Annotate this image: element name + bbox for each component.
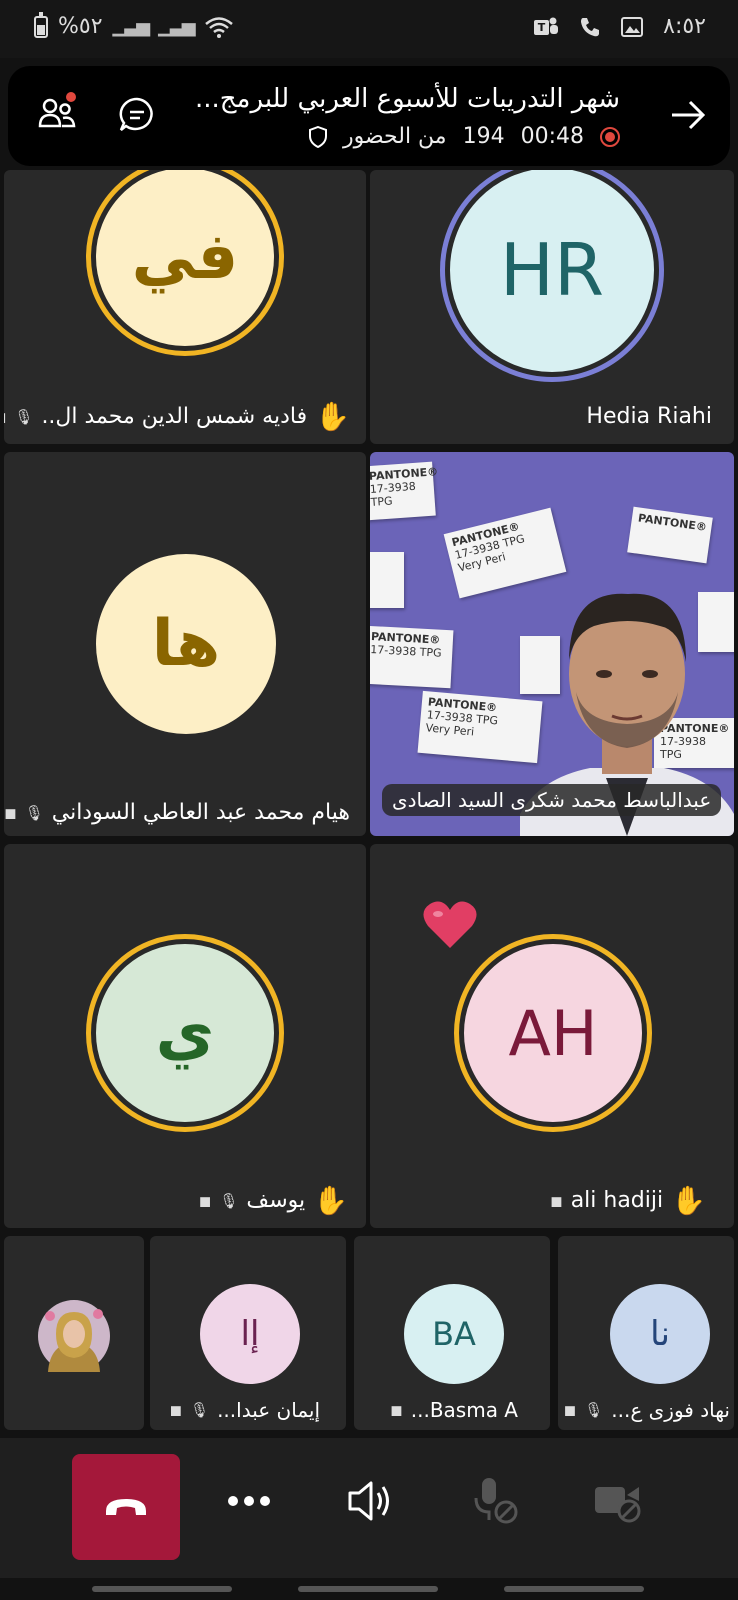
participant-name: يوسف — [246, 1188, 306, 1213]
participant-tile[interactable]: AH ✋ ali hadiji ◼ — [370, 844, 734, 1228]
participant-name-row: Basma A... ◼ — [390, 1398, 518, 1422]
camera-off-icon: ◼ — [198, 1191, 212, 1210]
participant-name: فاديه شمس الدين محمد ال.. — [41, 404, 308, 429]
nav-handle — [298, 1586, 438, 1592]
participant-name: Basma A... — [410, 1398, 518, 1422]
mic-off-icon: 🎙 — [14, 407, 34, 426]
shield-icon — [308, 125, 327, 148]
participant-tile[interactable]: HR Hedia Riahi — [370, 170, 734, 444]
participant-name-row: Hedia Riahi — [586, 404, 712, 429]
heart-reaction-icon — [423, 901, 477, 948]
participant-name: Hedia Riahi — [586, 404, 712, 429]
participant-name: عبدالباسط محمد شكرى السيد الصادى — [382, 784, 722, 816]
participant-name: نهاد فوزى ع... — [611, 1398, 730, 1422]
pantone-card: PANTONE® — [627, 506, 713, 564]
camera-off-icon: ◼ — [563, 1401, 577, 1419]
participant-tile[interactable]: BA Basma A... ◼ — [354, 1236, 550, 1430]
signal-icon: ▁▃▅ — [158, 16, 196, 37]
speaker-icon — [348, 1481, 389, 1521]
meeting-header: شهر التدريبات للأسبوع العربي للبرمج... 0… — [8, 66, 730, 166]
participant-tile[interactable]: في ✋ فاديه شمس الدين محمد ال.. 🎙 ◼ — [4, 170, 366, 444]
camera-off-icon: ◼ — [4, 803, 17, 822]
avatar: BA — [404, 1284, 504, 1384]
participant-name-row: إيمان عبدا... 🎙 ◼ — [170, 1398, 320, 1422]
participant-tile[interactable]: ها هيام محمد عبد العاطي السوداني 🎙 ◼ — [4, 452, 366, 836]
attendee-label: من الحضور — [342, 124, 447, 149]
camera-off-icon: ◼ — [550, 1191, 563, 1210]
participant-name: هيام محمد عبد العاطي السوداني — [51, 800, 350, 825]
participant-name-row: ✋ يوسف 🎙 ◼ — [199, 1184, 348, 1217]
signal-icon: ▁▃▅ — [112, 16, 151, 37]
avatar: نا — [610, 1284, 710, 1384]
participant-tile[interactable]: إا إيمان عبدا... 🎙 ◼ — [150, 1236, 346, 1430]
battery-percent: %٥٢ — [58, 14, 103, 39]
battery-icon — [34, 11, 48, 38]
attendee-count: 194 — [462, 124, 505, 149]
notification-dot — [66, 92, 76, 102]
raised-hand-icon: ✋ — [315, 400, 350, 433]
recording-icon — [600, 126, 620, 147]
mic-icon: 🎙 — [190, 1401, 210, 1419]
pantone-card — [370, 552, 404, 608]
avatar: في — [93, 170, 277, 349]
hang-up-icon — [106, 1499, 146, 1515]
microphone-button[interactable] — [466, 1468, 526, 1534]
hang-up-button[interactable] — [72, 1454, 180, 1560]
meeting-title: شهر التدريبات للأسبوع العربي للبرمج... — [194, 84, 620, 114]
nav-handle — [504, 1586, 644, 1592]
status-bar: %٥٢ ▁▃▅ ▁▃▅ T ٨:٥٢ — [0, 0, 738, 58]
pantone-card: PANTONE® 17-3938 TPG — [370, 625, 454, 689]
nav-handle — [92, 1586, 232, 1592]
profile-photo — [38, 1300, 110, 1372]
call-controls — [0, 1438, 738, 1578]
participant-name: ali hadiji — [570, 1188, 664, 1213]
participant-name: إيمان عبدا... — [217, 1398, 320, 1422]
participant-name-row: هيام محمد عبد العاطي السوداني 🎙 ◼ — [4, 800, 350, 825]
svg-text:T: T — [538, 21, 546, 34]
avatar: HR — [447, 170, 657, 375]
avatar: AH — [461, 941, 645, 1125]
participant-name-row: نهاد فوزى ع... 🎙 ◼ — [564, 1398, 730, 1422]
elapsed-time: 00:48 — [520, 124, 584, 149]
image-icon — [621, 16, 644, 37]
participant-tile[interactable]: نا نهاد فوزى ع... 🎙 ◼ — [558, 1236, 734, 1430]
pantone-card: PANTONE® 17-3938 TPG — [370, 461, 439, 521]
wifi-icon — [204, 16, 233, 38]
phone-icon — [581, 17, 600, 36]
raised-hand-icon: ✋ — [671, 1184, 706, 1217]
mic-off-icon: 🎙 — [24, 803, 44, 822]
meeting-meta: 00:48 194 من الحضور — [308, 124, 620, 149]
camera-off-icon: ◼ — [169, 1401, 183, 1419]
camera-button[interactable] — [584, 1468, 652, 1534]
more-options-button[interactable] — [218, 1470, 280, 1532]
arrow-right-icon[interactable] — [670, 98, 706, 132]
video-tile[interactable]: PANTONE® 17-3938 TPG PANTONE® 17-3938 TPG V… — [370, 452, 734, 836]
teams-icon: T — [534, 17, 559, 35]
participant-name-row: ✋ ali hadiji ◼ — [550, 1184, 706, 1217]
camera-off-icon: ◼ — [390, 1401, 403, 1419]
avatar: ها — [96, 554, 276, 734]
mic-off-icon: 🎙 — [219, 1191, 239, 1210]
raised-hand-icon: ✋ — [313, 1184, 348, 1217]
chat-icon[interactable] — [118, 96, 156, 134]
camera-off-icon: ◼ — [4, 408, 6, 426]
avatar: ي — [93, 941, 277, 1125]
clock: ٨:٥٢ — [663, 14, 706, 39]
participant-tile[interactable] — [4, 1236, 144, 1430]
mic-off-icon — [474, 1478, 518, 1524]
speaker-button[interactable] — [340, 1468, 400, 1534]
participant-name-row: ✋ فاديه شمس الدين محمد ال.. 🎙 ◼ — [4, 400, 350, 433]
mic-off-icon: 🎙 — [584, 1401, 604, 1419]
avatar: إا — [200, 1284, 300, 1384]
more-icon — [228, 1496, 270, 1506]
participant-tile[interactable]: ي ✋ يوسف 🎙 ◼ — [4, 844, 366, 1228]
camera-off-icon — [595, 1487, 641, 1523]
